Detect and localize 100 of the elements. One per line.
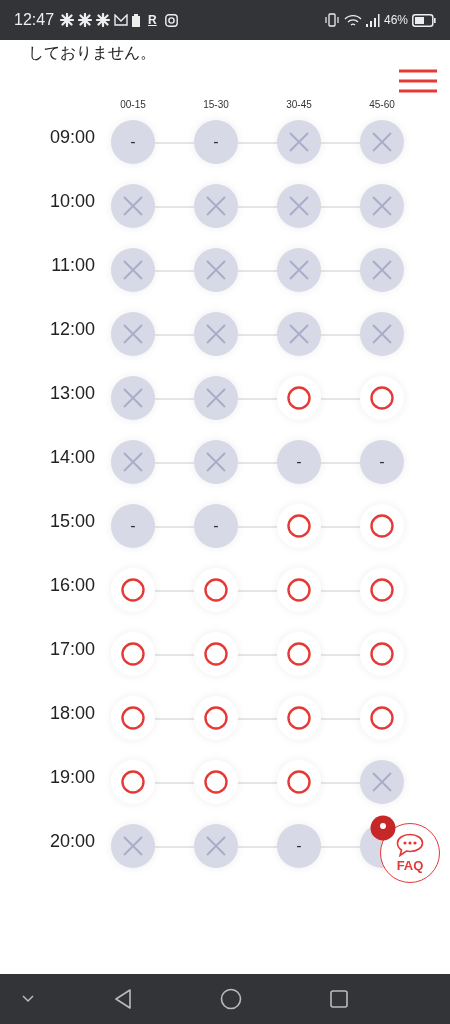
- wifi-icon: [343, 13, 362, 27]
- cross-icon: [206, 388, 226, 408]
- circle-icon: [287, 578, 311, 602]
- available-slot[interactable]: [194, 568, 238, 612]
- signal-icon: [365, 13, 380, 27]
- pinwheel-icon: [78, 13, 93, 27]
- circle-icon: [121, 578, 145, 602]
- closed-slot: -: [277, 440, 321, 484]
- closed-slot: -: [111, 120, 155, 164]
- available-slot[interactable]: [194, 696, 238, 740]
- cross-icon: [206, 196, 226, 216]
- vibrate-icon: [323, 13, 340, 27]
- available-slot[interactable]: [360, 696, 404, 740]
- column-header: 30-45: [285, 99, 313, 110]
- time-label: 14:00: [48, 446, 96, 468]
- cross-icon: [123, 388, 143, 408]
- available-slot[interactable]: [360, 504, 404, 548]
- time-label: 20:00: [48, 830, 96, 852]
- cross-icon: [206, 836, 226, 856]
- circle-icon: [121, 706, 145, 730]
- home-icon[interactable]: [220, 988, 242, 1010]
- circle-icon: [204, 706, 228, 730]
- circle-icon: [370, 578, 394, 602]
- circle-icon: [370, 706, 394, 730]
- battery-small-icon: [132, 13, 141, 27]
- cross-icon: [206, 324, 226, 344]
- circle-icon: [287, 770, 311, 794]
- pinwheel-icon: [60, 13, 75, 27]
- cross-icon: [372, 324, 392, 344]
- circle-icon: [204, 578, 228, 602]
- circle-icon: [287, 514, 311, 538]
- available-slot[interactable]: [111, 568, 155, 612]
- time-label: 12:00: [48, 318, 96, 340]
- cross-icon: [289, 196, 309, 216]
- time-label: 16:00: [48, 574, 96, 596]
- time-label: 09:00: [48, 126, 96, 148]
- available-slot[interactable]: [111, 632, 155, 676]
- available-slot[interactable]: [277, 696, 321, 740]
- time-label: 13:00: [48, 382, 96, 404]
- cross-icon: [123, 836, 143, 856]
- closed-slot: -: [194, 504, 238, 548]
- closed-slot: -: [194, 120, 238, 164]
- cross-icon: [289, 260, 309, 280]
- time-label: 18:00: [48, 702, 96, 724]
- column-header: 15-30: [202, 99, 230, 110]
- cross-icon: [372, 196, 392, 216]
- available-slot[interactable]: [277, 376, 321, 420]
- app-letter: R: [148, 13, 157, 27]
- cross-icon: [123, 324, 143, 344]
- time-label: 17:00: [48, 638, 96, 660]
- circle-icon: [370, 386, 394, 410]
- time-label: 10:00: [48, 190, 96, 212]
- circle-icon: [204, 770, 228, 794]
- available-slot[interactable]: [360, 632, 404, 676]
- closed-slot: -: [277, 824, 321, 868]
- cross-icon: [206, 260, 226, 280]
- clock: 12:47: [14, 11, 55, 29]
- cross-icon: [372, 772, 392, 792]
- cross-icon: [372, 260, 392, 280]
- available-slot[interactable]: [111, 760, 155, 804]
- available-slot[interactable]: [277, 504, 321, 548]
- recent-apps-icon[interactable]: [330, 990, 348, 1008]
- pinwheel-icon: [96, 13, 111, 27]
- time-label: 19:00: [48, 766, 96, 788]
- time-label: 15:00: [48, 510, 96, 532]
- closed-slot: -: [111, 504, 155, 548]
- camera-icon: [164, 13, 178, 27]
- battery-level: 46%: [383, 13, 408, 27]
- battery-icon: [412, 13, 436, 27]
- mail-icon: [114, 14, 129, 26]
- available-slot[interactable]: [277, 632, 321, 676]
- back-icon[interactable]: [114, 989, 132, 1009]
- cross-icon: [289, 132, 309, 152]
- cross-icon: [123, 260, 143, 280]
- faq-button[interactable]: FAQ: [380, 823, 440, 883]
- circle-icon: [287, 642, 311, 666]
- circle-icon: [204, 642, 228, 666]
- available-slot[interactable]: [194, 632, 238, 676]
- available-slot[interactable]: [277, 760, 321, 804]
- available-slot[interactable]: [194, 760, 238, 804]
- circle-icon: [287, 706, 311, 730]
- chat-bubble-icon: [396, 833, 424, 857]
- cross-icon: [289, 324, 309, 344]
- circle-icon: [370, 514, 394, 538]
- location-pin-icon: [370, 815, 396, 841]
- available-slot[interactable]: [277, 568, 321, 612]
- circle-icon: [370, 642, 394, 666]
- menu-icon[interactable]: [399, 69, 437, 93]
- chevron-down-icon[interactable]: [22, 995, 34, 1003]
- available-slot[interactable]: [111, 696, 155, 740]
- circle-icon: [121, 642, 145, 666]
- column-header: 45-60: [368, 99, 396, 110]
- available-slot[interactable]: [360, 376, 404, 420]
- column-header: 00-15: [119, 99, 147, 110]
- notice-text: しておりません。: [27, 43, 157, 63]
- available-slot[interactable]: [360, 568, 404, 612]
- cross-icon: [206, 452, 226, 472]
- circle-icon: [287, 386, 311, 410]
- circle-icon: [121, 770, 145, 794]
- time-label: 11:00: [50, 254, 96, 276]
